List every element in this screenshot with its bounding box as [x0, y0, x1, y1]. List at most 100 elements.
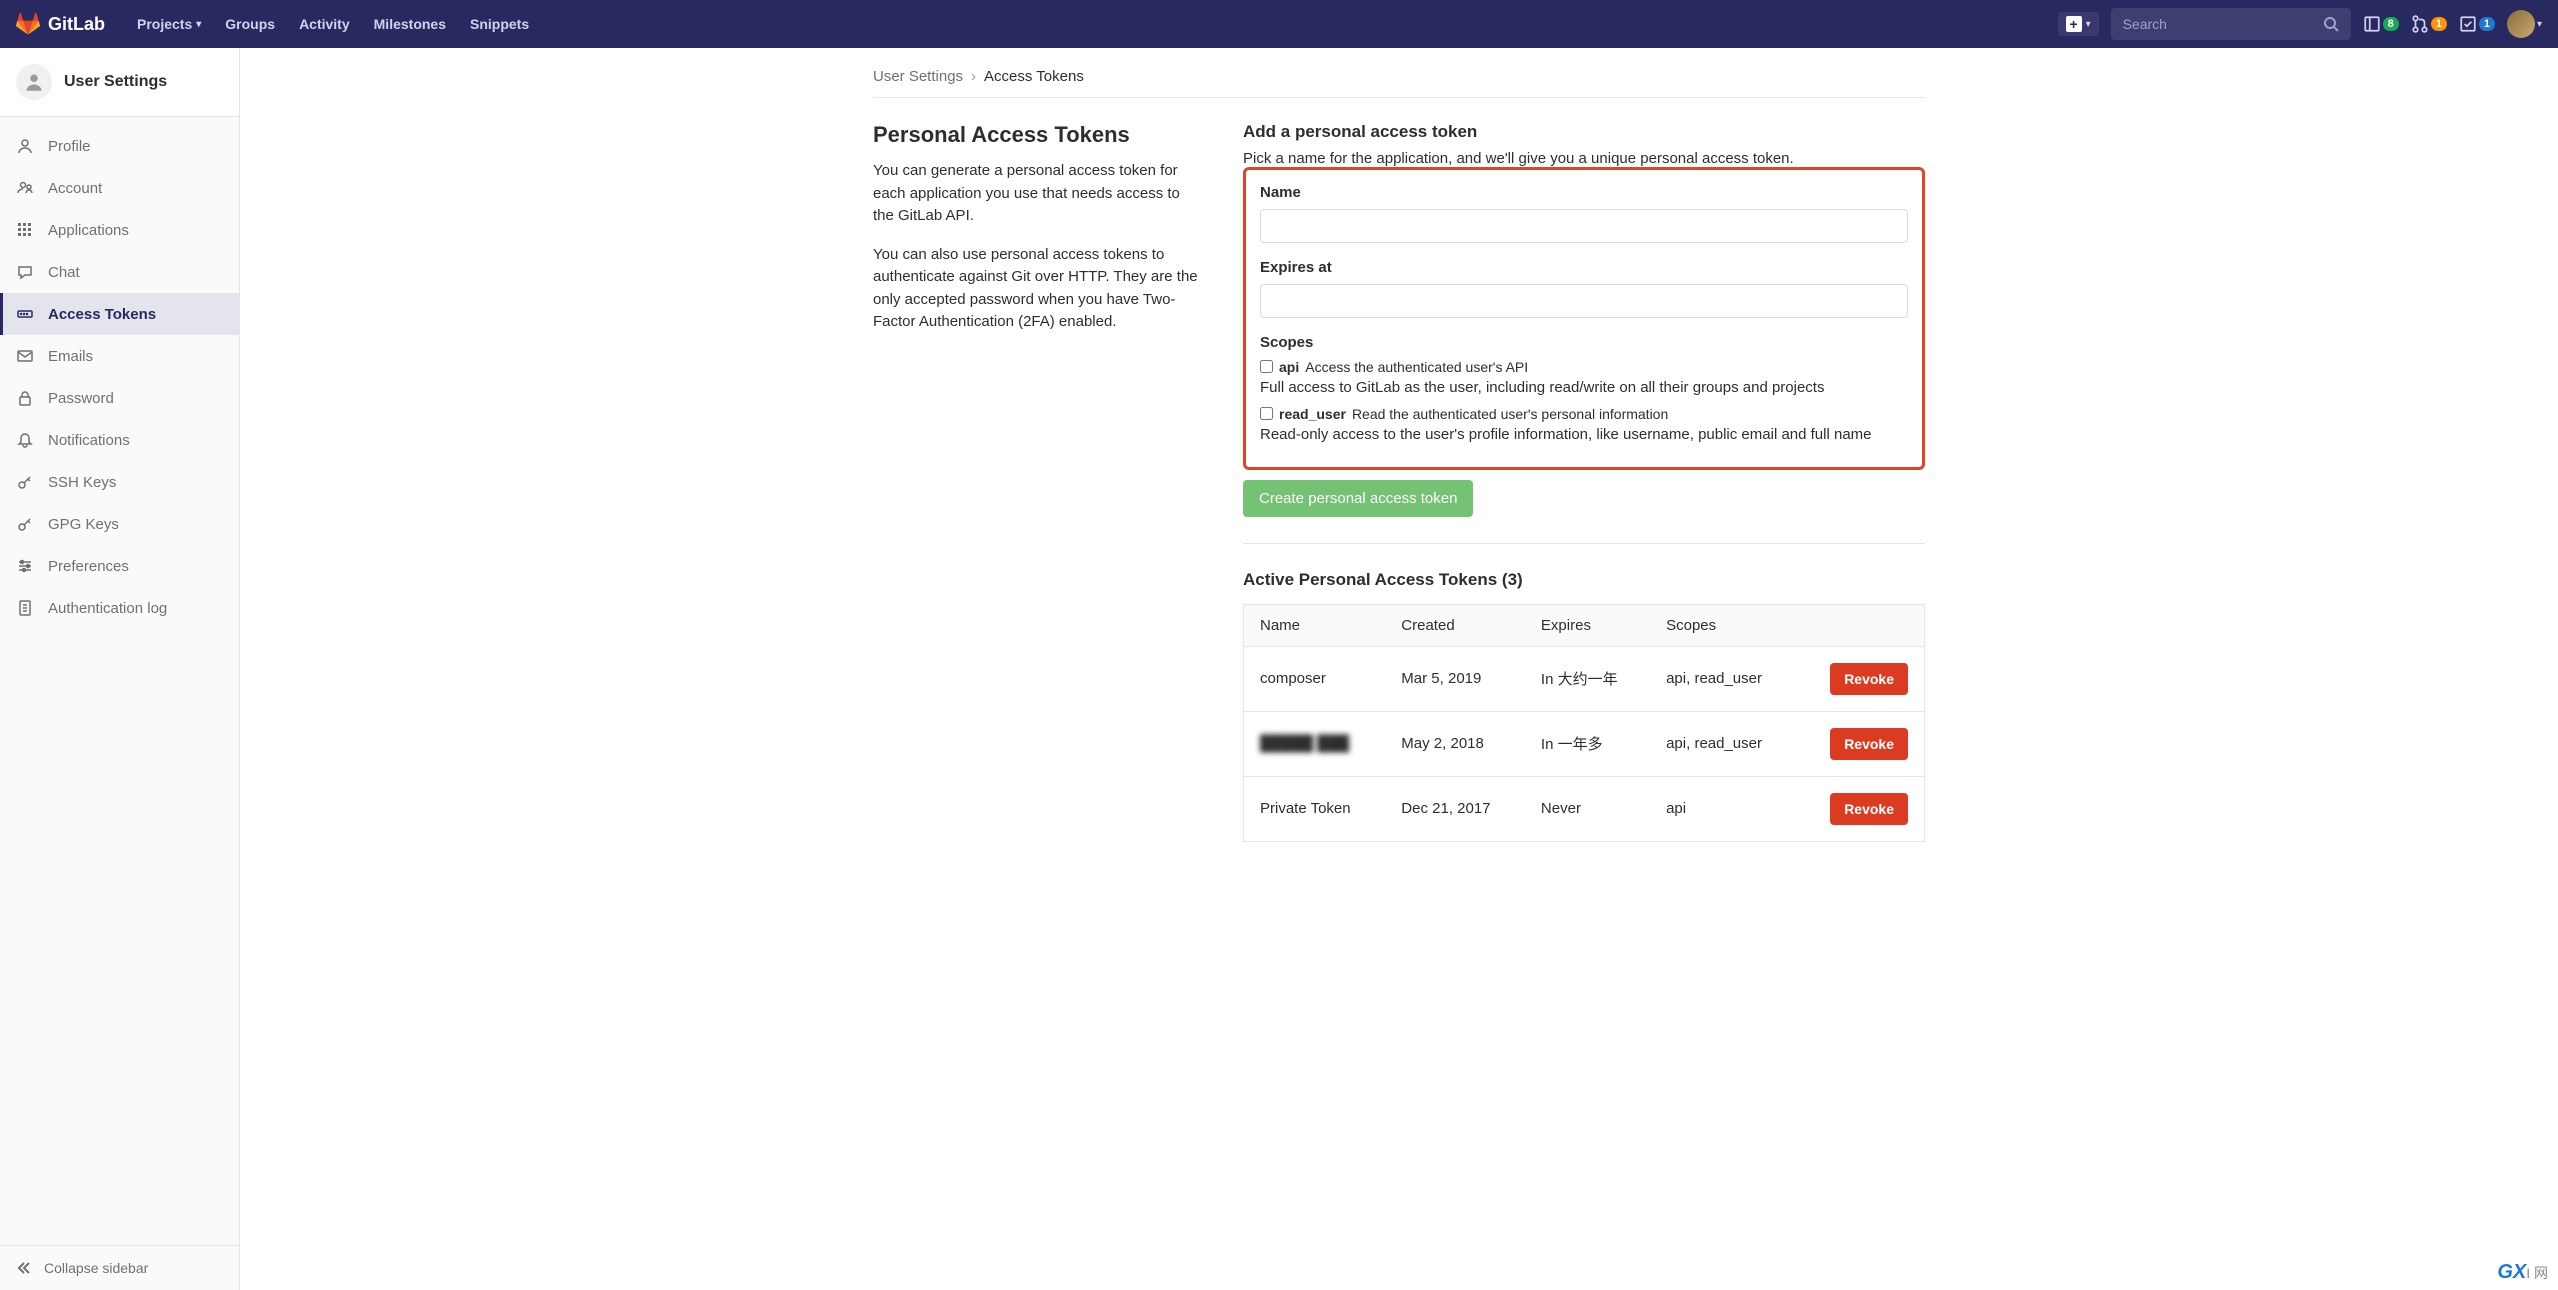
- plus-icon: +: [2066, 16, 2082, 32]
- user-avatar-icon: [16, 64, 52, 100]
- content-right: Add a personal access token Pick a name …: [1243, 122, 1925, 842]
- sidebar-item-label: SSH Keys: [48, 474, 116, 491]
- issues-link[interactable]: 8: [2363, 15, 2399, 33]
- nav-label: Snippets: [470, 16, 529, 32]
- collapse-sidebar-button[interactable]: Collapse sidebar: [0, 1246, 239, 1290]
- table-row: composer Mar 5, 2019 In 大约一年 api, read_u…: [1244, 646, 1925, 711]
- expires-label: Expires at: [1260, 259, 1908, 276]
- sidebar-footer: Collapse sidebar: [0, 1245, 239, 1290]
- gitlab-icon: [16, 12, 40, 36]
- active-tokens-title: Active Personal Access Tokens (3): [1243, 570, 1925, 590]
- search-box[interactable]: [2111, 8, 2351, 40]
- chevron-down-icon: ▾: [2086, 19, 2091, 30]
- watermark-brand: GX: [2497, 1261, 2526, 1283]
- sidebar-item-label: Password: [48, 390, 114, 407]
- sidebar-item-label: Notifications: [48, 432, 130, 449]
- merge-icon: [2411, 15, 2429, 33]
- top-navbar: GitLab Projects ▾ Groups Activity Milest…: [0, 0, 2558, 48]
- sidebar-item-account[interactable]: Account: [0, 167, 239, 209]
- revoke-button[interactable]: Revoke: [1830, 663, 1908, 695]
- sidebar-item-profile[interactable]: Profile: [0, 125, 239, 167]
- sidebar-item-label: Chat: [48, 264, 80, 281]
- watermark: GXI 网: [2497, 1261, 2548, 1284]
- navbar-left: GitLab Projects ▾ Groups Activity Milest…: [16, 0, 541, 48]
- page-layout: User Settings Profile Account Applications…: [0, 48, 2558, 1290]
- collapse-label: Collapse sidebar: [44, 1260, 148, 1276]
- sidebar-nav: Profile Account Applications Chat Access Tok…: [0, 117, 239, 1245]
- search-icon: [2323, 16, 2339, 32]
- token-name: composer: [1244, 646, 1386, 711]
- tokens-table: NameCreatedExpiresScopes composer Mar 5,…: [1243, 604, 1925, 842]
- token-expires: Never: [1525, 776, 1650, 841]
- sidebar-item-ssh-keys[interactable]: SSH Keys: [0, 461, 239, 503]
- scope-checkbox-api[interactable]: [1260, 360, 1273, 373]
- sidebar-item-label: Applications: [48, 222, 129, 239]
- table-header: Name: [1244, 604, 1386, 646]
- log-icon: [16, 599, 34, 617]
- nav-milestones[interactable]: Milestones: [362, 0, 458, 48]
- new-dropdown-button[interactable]: + ▾: [2058, 12, 2099, 36]
- sidebar-item-chat[interactable]: Chat: [0, 251, 239, 293]
- nav-snippets[interactable]: Snippets: [458, 0, 541, 48]
- breadcrumb-current: Access Tokens: [984, 68, 1084, 85]
- scope-api: api Access the authenticated user's API …: [1260, 359, 1908, 396]
- lock-icon: [16, 389, 34, 407]
- watermark-suffix: I 网: [2526, 1265, 2548, 1281]
- sidebar-item-label: Emails: [48, 348, 93, 365]
- gitlab-logo[interactable]: GitLab: [16, 12, 105, 36]
- divider: [1243, 543, 1925, 544]
- sidebar-title: User Settings: [64, 73, 167, 91]
- token-expires: In 大约一年: [1525, 646, 1650, 711]
- sidebar-item-preferences[interactable]: Preferences: [0, 545, 239, 587]
- bell-icon: [16, 431, 34, 449]
- name-label: Name: [1260, 184, 1908, 201]
- token-created: Mar 5, 2019: [1385, 646, 1525, 711]
- sidebar-item-label: Access Tokens: [48, 306, 156, 323]
- sidebar-item-authentication-log[interactable]: Authentication log: [0, 587, 239, 629]
- nav-label: Groups: [225, 16, 275, 32]
- token-expires: In 一年多: [1525, 711, 1650, 776]
- sliders-icon: [16, 557, 34, 575]
- sidebar-item-emails[interactable]: Emails: [0, 335, 239, 377]
- create-token-button[interactable]: Create personal access token: [1243, 480, 1473, 517]
- scope-read_user: read_user Read the authenticated user's …: [1260, 406, 1908, 443]
- scope-full-desc: Full access to GitLab as the user, inclu…: [1260, 379, 1908, 396]
- breadcrumb-parent[interactable]: User Settings: [873, 68, 963, 85]
- revoke-button[interactable]: Revoke: [1830, 793, 1908, 825]
- search-input[interactable]: [2123, 16, 2323, 32]
- todos-link[interactable]: 1: [2459, 15, 2495, 33]
- sidebar-item-notifications[interactable]: Notifications: [0, 419, 239, 461]
- chevron-down-icon: ▾: [196, 19, 201, 30]
- nav-projects[interactable]: Projects ▾: [125, 0, 213, 48]
- sidebar-item-access-tokens[interactable]: Access Tokens: [0, 293, 239, 335]
- table-row: █████ ███ May 2, 2018 In 一年多 api, read_u…: [1244, 711, 1925, 776]
- sidebar-item-password[interactable]: Password: [0, 377, 239, 419]
- scope-name: api: [1279, 359, 1299, 375]
- table-row: Private Token Dec 21, 2017 Never api Rev…: [1244, 776, 1925, 841]
- token-name: █████ ███: [1244, 711, 1386, 776]
- page-description-2: You can also use personal access tokens …: [873, 244, 1203, 334]
- nav-activity[interactable]: Activity: [287, 0, 362, 48]
- sidebar-item-label: Account: [48, 180, 102, 197]
- user-menu[interactable]: ▾: [2507, 10, 2542, 38]
- page-description-1: You can generate a personal access token…: [873, 160, 1203, 228]
- expires-input[interactable]: [1260, 284, 1908, 318]
- name-input[interactable]: [1260, 209, 1908, 243]
- form-title: Add a personal access token: [1243, 122, 1925, 142]
- table-header: Expires: [1525, 604, 1650, 646]
- merge-requests-link[interactable]: 1: [2411, 15, 2447, 33]
- chevron-down-icon: ▾: [2537, 19, 2542, 30]
- revoke-button[interactable]: Revoke: [1830, 728, 1908, 760]
- table-header: Scopes: [1650, 604, 1797, 646]
- token-scopes: api, read_user: [1650, 646, 1797, 711]
- mr-badge: 1: [2431, 17, 2447, 31]
- scopes-group: Scopes api Access the authenticated user…: [1260, 334, 1908, 443]
- sidebar-header: User Settings: [0, 48, 239, 117]
- sidebar-item-gpg-keys[interactable]: GPG Keys: [0, 503, 239, 545]
- navbar-right: + ▾ 8 1 1 ▾: [2058, 8, 2542, 40]
- scope-checkbox-read_user[interactable]: [1260, 407, 1273, 420]
- sidebar-item-applications[interactable]: Applications: [0, 209, 239, 251]
- account-icon: [16, 179, 34, 197]
- nav-groups[interactable]: Groups: [213, 0, 287, 48]
- token-icon: [16, 305, 34, 323]
